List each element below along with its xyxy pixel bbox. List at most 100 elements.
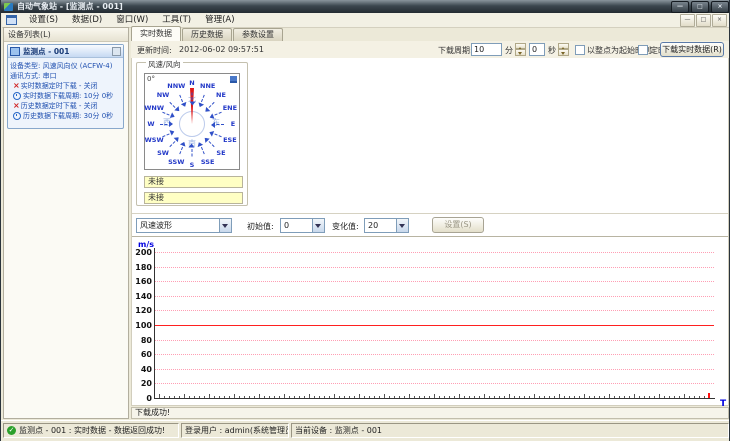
x-tick [499, 396, 500, 398]
minimize-button[interactable]: — [671, 0, 689, 13]
y-tick-label: 0 [146, 394, 152, 403]
compass-direction-label: NE [216, 91, 226, 99]
gridline [155, 383, 714, 385]
minutes-input[interactable]: 10 [471, 43, 502, 56]
minutes-stepper[interactable] [515, 43, 526, 56]
compass-direction-label: WSW [144, 135, 164, 144]
device-card-body: 设备类型: 风速风向仪 (ACFW-4) 通讯方式: 串口 × 实时数据定时下载 - … [8, 58, 123, 121]
compass-arrow-icon [205, 138, 215, 148]
x-tick [339, 396, 340, 398]
compass-arrow-icon [169, 138, 179, 148]
seconds-stepper[interactable] [558, 43, 569, 56]
x-tick [444, 396, 445, 398]
x-tick [584, 394, 585, 398]
x-tick [674, 396, 675, 398]
error-x-icon: × [13, 81, 20, 90]
x-tick [424, 396, 425, 398]
x-tick [484, 394, 485, 398]
gridline [155, 295, 714, 297]
x-tick [304, 396, 305, 398]
title-bar: 自动气象站 - [监测点 - 001] — □ × [1, 0, 729, 13]
menu-item[interactable]: 设置(S) [22, 14, 65, 27]
compass-arrow-icon [212, 124, 224, 125]
x-tick [614, 396, 615, 398]
compass-direction-label: SW [157, 148, 169, 157]
x-tick [559, 394, 560, 398]
wind-direction-field[interactable]: 未接 [144, 192, 243, 204]
realtime-data-panel: 风速/风向 0° 北 南 西 东 N NNE NE ENE E ESE SE SSE S SSW S… [131, 58, 729, 409]
device-info-text: 设备类型: 风速风向仪 (ACFW-4) [10, 62, 113, 70]
mdi-close-button[interactable]: × [712, 14, 727, 27]
x-tick [644, 396, 645, 398]
x-tick [229, 396, 230, 398]
gridline [155, 368, 714, 370]
x-tick [434, 394, 435, 398]
compass-direction-label: ENE [222, 104, 238, 113]
y-tick-label: 60 [140, 350, 152, 360]
x-tick [449, 396, 450, 398]
tab-inactive[interactable]: 历史数据 [182, 28, 232, 41]
x-tick [694, 396, 695, 398]
maximize-button[interactable]: □ [691, 0, 709, 13]
initial-value-select[interactable]: 0 [280, 218, 325, 233]
clock-icon [13, 92, 21, 100]
x-tick [464, 396, 465, 398]
device-info-text: 实时数据下载周期: 10分 0秒 [23, 92, 114, 100]
x-tick [589, 396, 590, 398]
close-button[interactable]: × [711, 0, 729, 13]
menu-bar: 设置(S) 数据(D) 窗口(W) 工具(T) 管理(A) — □ × [2, 13, 729, 28]
x-tick [399, 396, 400, 398]
change-value-select[interactable]: 20 [364, 218, 409, 233]
compass-arrow-icon [169, 101, 179, 111]
x-tick [654, 396, 655, 398]
menu-item[interactable]: 窗口(W) [109, 14, 155, 27]
device-card[interactable]: 监测点 - 001 设备类型: 风速风向仪 (ACFW-4) 通讯方式: 串口 × 实… [7, 44, 124, 129]
x-tick [374, 396, 375, 398]
separator-line [132, 236, 728, 237]
x-tick [214, 396, 215, 398]
compass-arrow-icon [210, 131, 222, 138]
tab-active[interactable]: 实时数据 [131, 26, 181, 41]
download-realtime-button[interactable]: 下载实时数据(R) [660, 42, 724, 57]
x-tick [594, 396, 595, 398]
x-tick [254, 396, 255, 398]
x-tick [604, 396, 605, 398]
y-tick-label: 40 [140, 364, 152, 374]
gridline [155, 266, 714, 268]
tab-inactive[interactable]: 参数设置 [233, 28, 283, 41]
x-tick [554, 396, 555, 398]
x-tick [184, 394, 185, 398]
card-pin-icon[interactable] [112, 46, 121, 56]
x-tick [579, 396, 580, 398]
change-value-label: 变化值: [332, 222, 359, 231]
x-tick [314, 396, 315, 398]
settings-button[interactable]: 设置(S) [432, 217, 484, 233]
seconds-input[interactable]: 0 [529, 43, 545, 56]
y-tick-label: 100 [135, 321, 152, 330]
menu-item[interactable]: 管理(A) [198, 14, 241, 27]
waveform-select[interactable]: 风速波形 [136, 218, 232, 233]
x-tick [704, 396, 705, 398]
wind-compass: 0° 北 南 西 东 N NNE NE ENE E ESE SE SSE S SSW SW WSW W W… [144, 73, 240, 170]
x-axis [154, 398, 715, 399]
wind-speed-field[interactable]: 未接 [144, 176, 243, 188]
download-period-label: 下载周期: [438, 46, 473, 55]
x-tick [529, 396, 530, 398]
compass-direction-label: SSW [168, 157, 185, 166]
x-tick [629, 396, 630, 398]
mdi-restore-button[interactable]: □ [696, 14, 711, 27]
initial-value: 0 [284, 221, 290, 230]
y-tick-label: 140 [135, 291, 152, 301]
x-tick [524, 396, 525, 398]
x-tick [414, 396, 415, 398]
x-tick [534, 394, 535, 398]
timed-download-checkbox[interactable] [638, 45, 648, 55]
menu-item[interactable]: 工具(T) [155, 14, 198, 27]
compass-arrow-icon [191, 144, 193, 157]
mdi-minimize-button[interactable]: — [680, 14, 695, 27]
menu-item[interactable]: 数据(D) [65, 14, 109, 27]
status-user-text: 登录用户 : admin(系统管理员) [185, 426, 289, 435]
change-value: 20 [368, 221, 379, 230]
x-tick [469, 396, 470, 398]
align-start-checkbox[interactable] [575, 45, 585, 55]
